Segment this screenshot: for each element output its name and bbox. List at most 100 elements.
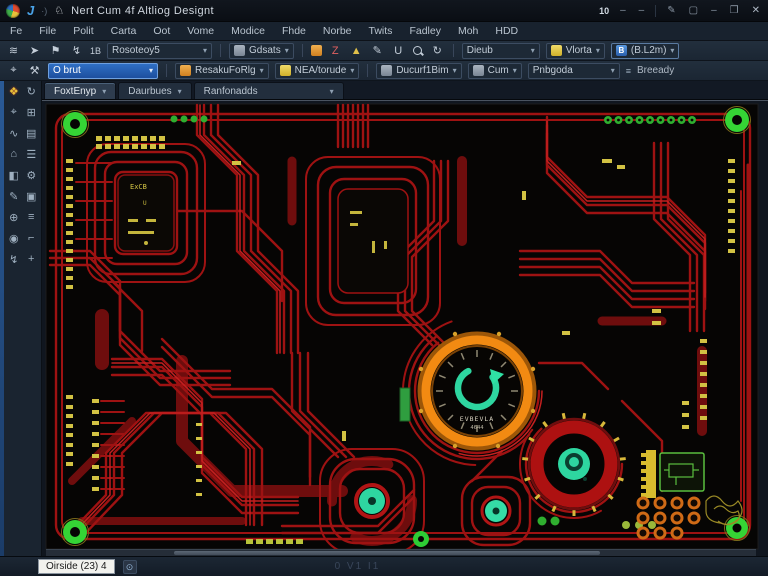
layer-select-value: Rosoteoy5 [112,45,160,56]
settings-tool-icon[interactable]: ⚙ [23,169,41,184]
origin-icon[interactable]: ⌖ [6,64,21,77]
tab-pcb-document[interactable]: FoxtEnyp ▾ [44,82,117,99]
restore-button[interactable]: ❐ [728,5,741,16]
menu-item-5[interactable]: Vome [187,25,214,37]
document-select[interactable]: Ducurf1Bim ▾ [376,62,462,79]
grid-tool-icon[interactable]: ⊞ [23,106,41,121]
ruler-icon [472,65,484,76]
chevron-down-icon: ▾ [610,66,615,75]
book-icon [550,45,562,56]
menu-item-6[interactable]: Modice [231,25,265,37]
pcb-connector [646,450,656,498]
ic-silkscreen-label: ExCB [130,183,147,191]
toolbar-separator [452,44,454,57]
titlebar-tick-1: – [620,5,626,16]
chevron-down-icon: ▾ [177,86,182,96]
snap-indicator-icon[interactable]: ⊙ [122,559,137,574]
menu-item-2[interactable]: Polit [73,25,93,37]
title-bar: J ·) ♘ Nert Cum 4f Altliog Designt 10 – … [0,0,768,22]
tab-label: Ranfonadds [203,85,258,97]
undo-z-icon[interactable]: Z [328,45,343,57]
library-select-value: NEA/torude [294,65,347,76]
frame-button[interactable]: ▢ [687,5,700,16]
menu-item-0[interactable]: Fe [10,25,22,37]
signal-tool-icon[interactable]: ∿ [5,127,23,142]
unit-select-value: Cum [487,65,509,76]
profile-select[interactable]: Dieub ▾ [461,42,540,59]
menu-item-4[interactable]: Oot [153,25,170,37]
align-tool-icon[interactable]: ≡ [23,211,41,226]
toolbar-primary: ≋ ➤ ⚑ ↯ 1B Rosoteoy5 ▾ Gdsats ▾ Z ▲ ✎ U … [0,41,768,61]
grid-select-value: Gdsats [249,45,281,56]
pad-tool-icon[interactable]: ◉ [5,232,23,247]
pcb-canvas[interactable]: ExCB U EVBEVLA 4644 [42,100,768,556]
menu-bar: Fe File Polit Carta Oot Vome Modice Fhde… [0,22,768,41]
tab-report-document[interactable]: Ranfonadds ▾ [193,82,344,99]
notebook-icon[interactable] [310,45,322,56]
library-select[interactable]: NEA/torude ▾ [274,62,360,79]
components-tool-icon[interactable]: ❖ [5,85,23,100]
tools-icon[interactable]: ⚒ [27,64,42,77]
menu-item-8[interactable]: Norbe [323,25,352,37]
cursor-icon[interactable]: ➤ [27,44,42,57]
scale-select[interactable]: B (B.L2m) ▾ [610,42,680,59]
home-tool-icon[interactable]: ⌂ [5,148,23,163]
tab-schematic-document[interactable]: Daurbues ▾ [118,82,192,99]
status-hint-text: 0 V1 I1 [334,561,381,572]
profile-select-value: Dieub [466,45,493,56]
net-tool-icon[interactable]: ↯ [5,253,23,268]
scrollbar-thumb[interactable] [173,551,600,555]
refresh-icon[interactable]: ↻ [430,44,445,57]
target-combobox[interactable]: O brut ▾ [48,62,158,79]
origin-tool-icon[interactable]: ⌖ [5,106,23,121]
titlebar-tick-2: – [638,5,645,16]
minimize-button[interactable]: – [709,5,719,16]
footprint-select[interactable]: ResakuFoRlg ▾ [175,62,269,79]
mode-select[interactable]: Pnbgoda ▾ [527,62,620,79]
menu-item-7[interactable]: Fhde [282,25,306,37]
unit-select[interactable]: Cum ▾ [467,62,522,79]
footprint-select-value: ResakuFoRlg [195,65,256,76]
rotate-tool-icon[interactable]: ↻ [23,85,41,100]
titlebar-separator [655,4,657,17]
close-button[interactable]: ✕ [750,5,762,16]
pin-button[interactable]: ✎ [665,5,677,16]
add-tool-icon[interactable]: + [23,253,41,268]
document-icon: ♘ [54,5,65,17]
list-tool-icon[interactable]: ☰ [23,148,41,163]
menu-item-9[interactable]: Twits [369,25,393,37]
menu-item-11[interactable]: Moh [458,25,478,37]
via-tool-icon[interactable]: ⊕ [5,211,23,226]
panel-tool-icon[interactable]: ▣ [23,190,41,205]
union-icon[interactable]: U [391,45,406,57]
folder-icon [180,65,191,76]
titlebar-zoom-label: 10 [599,5,610,16]
mask-tool-icon[interactable]: ◧ [5,169,23,184]
search-icon[interactable] [412,45,424,57]
net-icon[interactable]: ↯ [69,44,84,57]
menu-item-1[interactable]: File [39,25,56,37]
chevron-down-icon: ▾ [512,66,517,75]
app-window: J ·) ♘ Nert Cum 4f Altliog Designt 10 – … [0,0,768,576]
layers-tool-icon[interactable]: ▤ [23,127,41,142]
main-area: ❖ ↻ ⌖ ⊞ ∿ ▤ ⌂ ☰ ◧ ⚙ ✎ ▣ ⊕ ≡ ◉ ⌐ ↯ + Foxt… [0,81,768,556]
pen-icon[interactable]: ✎ [370,44,385,57]
flag-icon[interactable]: ⚑ [48,44,63,57]
view-select[interactable]: Vlorta ▾ [545,42,605,59]
menu-item-12[interactable]: HDD [495,25,518,37]
measure-tool-icon[interactable]: ⌐ [23,232,41,247]
scale-select-value: (B.L2m) [630,45,667,56]
history-icon[interactable]: ≋ [6,44,21,57]
menu-item-3[interactable]: Carta [111,25,137,37]
draw-tool-icon[interactable]: ✎ [5,190,23,205]
coordinate-readout: Oirside (23) 4 [38,559,115,574]
board-mode-icon[interactable]: 1B [90,46,101,56]
chevron-down-icon: ▾ [259,66,264,75]
layer-select[interactable]: Rosoteoy5 ▾ [107,42,213,59]
ic-silkscreen-pin: U [143,200,147,207]
menu-item-10[interactable]: Fadley [409,25,441,37]
horizontal-scrollbar[interactable] [46,549,756,556]
polygon-pour-icon[interactable]: ▲ [349,45,364,57]
grid-select[interactable]: Gdsats ▾ [229,42,294,59]
quick-launch-icon[interactable]: J [27,3,34,18]
